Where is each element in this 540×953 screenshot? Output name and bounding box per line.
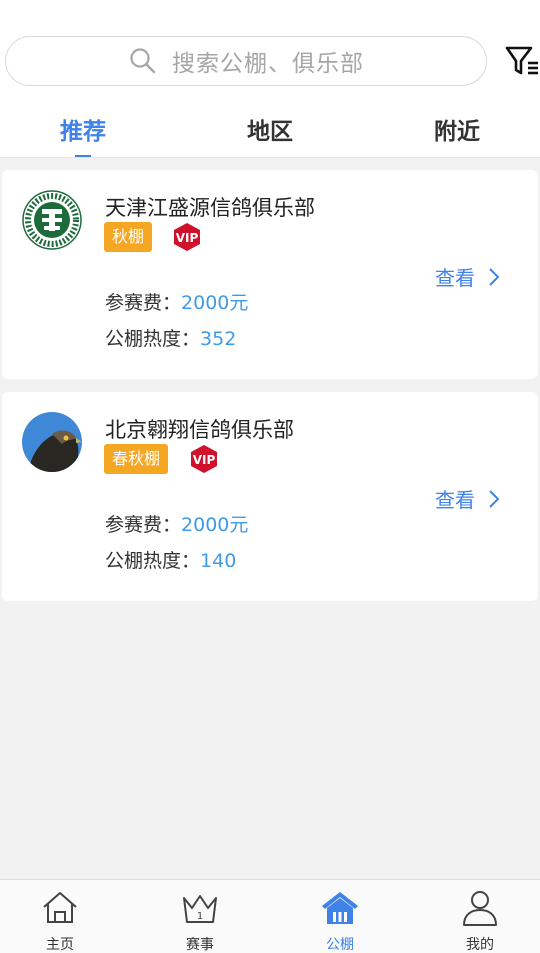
- nav-loft[interactable]: 公棚: [280, 880, 400, 953]
- club-name: 天津江盛源信鸽俱乐部: [105, 196, 315, 220]
- svg-text:1: 1: [197, 911, 203, 922]
- vip-icon: VIP: [174, 223, 200, 251]
- season-badge: 秋棚: [104, 222, 153, 252]
- nav-home[interactable]: 主页: [0, 880, 120, 953]
- chevron-right-icon: [489, 267, 499, 286]
- vip-icon: VIP: [191, 445, 217, 473]
- filter-icon[interactable]: [504, 42, 540, 78]
- chevron-right-icon: [489, 489, 499, 508]
- heat-row: 公棚热度：352: [105, 324, 236, 351]
- svg-text:VIP: VIP: [176, 231, 199, 245]
- top-bar: 搜索公棚、俱乐部 推荐 地区 附近: [0, 0, 540, 158]
- nav-label: 公棚: [326, 937, 354, 953]
- club-name: 北京翱翔信鸽俱乐部: [105, 418, 294, 442]
- nav-events[interactable]: 1 赛事: [140, 880, 260, 953]
- club-card[interactable]: 北京翱翔信鸽俱乐部 春秋棚 VIP 查看 参赛费：2000元 公棚热度：140: [2, 392, 538, 601]
- crown-icon: 1: [183, 895, 217, 923]
- bottom-nav: 主页 1 赛事 公棚 我的: [0, 879, 540, 953]
- season-badge: 春秋棚: [104, 444, 169, 474]
- nav-label: 赛事: [186, 937, 214, 953]
- tab-bar: 推荐 地区 附近: [0, 100, 540, 158]
- loft-house-icon: [322, 892, 358, 924]
- view-label: 查看: [435, 488, 475, 512]
- heat-row: 公棚热度：140: [105, 546, 236, 573]
- svg-text:VIP: VIP: [193, 453, 216, 467]
- fee-label: 参赛费：: [105, 514, 182, 536]
- fee-value: 2000元: [181, 514, 249, 536]
- nav-me[interactable]: 我的: [420, 880, 540, 953]
- search-input[interactable]: 搜索公棚、俱乐部: [5, 36, 487, 86]
- tab-region[interactable]: 地区: [220, 112, 320, 146]
- view-button[interactable]: 查看: [435, 484, 499, 513]
- tab-nearby[interactable]: 附近: [407, 112, 507, 146]
- nav-label: 我的: [466, 937, 494, 953]
- fee-row: 参赛费：2000元: [105, 288, 248, 315]
- nav-label: 主页: [46, 937, 74, 953]
- search-icon: [130, 48, 156, 74]
- heat-value: 140: [200, 550, 237, 572]
- club-logo: [22, 190, 82, 250]
- club-card[interactable]: 天津江盛源信鸽俱乐部 秋棚 VIP 查看 参赛费：2000元 公棚热度：352: [2, 170, 538, 379]
- heat-label: 公棚热度：: [105, 328, 201, 350]
- tab-recommend[interactable]: 推荐: [33, 112, 133, 146]
- view-label: 查看: [435, 266, 475, 290]
- fee-value: 2000元: [181, 292, 249, 314]
- view-button[interactable]: 查看: [435, 262, 499, 291]
- search-placeholder: 搜索公棚、俱乐部: [172, 51, 364, 77]
- club-avatar: [22, 412, 82, 472]
- heat-value: 352: [200, 328, 237, 350]
- person-icon: [463, 891, 497, 926]
- fee-row: 参赛费：2000元: [105, 510, 248, 537]
- fee-label: 参赛费：: [105, 292, 182, 314]
- divider: [0, 157, 540, 158]
- heat-label: 公棚热度：: [105, 550, 201, 572]
- home-outline-icon: [43, 892, 77, 923]
